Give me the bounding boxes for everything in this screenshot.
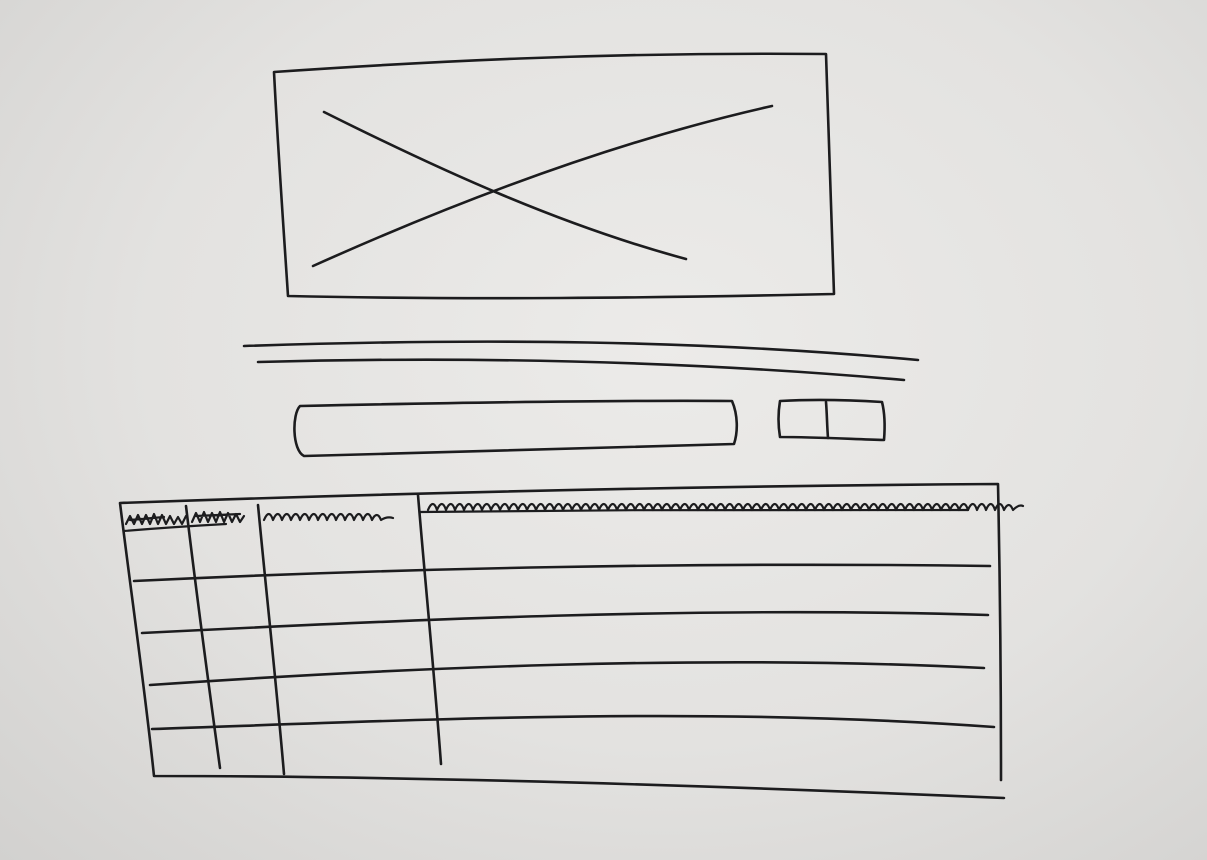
paper-sheet <box>0 0 1207 860</box>
table-column-divider-2 <box>256 503 286 776</box>
data-table <box>118 482 1025 800</box>
search-input[interactable] <box>293 399 739 458</box>
image-placeholder-x-icon <box>311 104 774 268</box>
table-row-line-1 <box>132 563 992 583</box>
wireframe-sketch <box>118 52 1025 800</box>
segment-divider <box>824 400 830 440</box>
table-frame <box>118 482 1006 800</box>
table-header-underline <box>418 508 970 514</box>
search-row <box>293 398 886 458</box>
table-header-divider <box>122 522 228 533</box>
image-placeholder <box>272 52 836 300</box>
segmented-button-group[interactable] <box>777 398 886 442</box>
table-header-scribble-2 <box>190 510 246 524</box>
text-line-2 <box>256 358 906 382</box>
image-frame <box>272 52 836 300</box>
text-block <box>242 340 920 382</box>
table-column-divider-3 <box>416 493 443 766</box>
table-header-scribble-3 <box>262 512 395 522</box>
text-line-1 <box>242 340 920 362</box>
table-header-scribble-1 <box>124 512 188 526</box>
